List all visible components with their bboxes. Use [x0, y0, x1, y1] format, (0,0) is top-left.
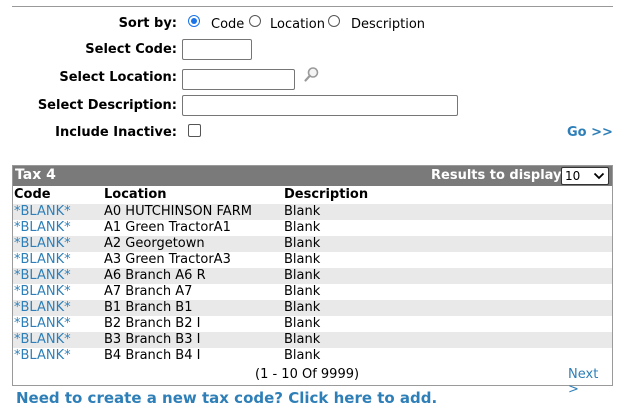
create-tax-code-link[interactable]: Need to create a new tax code? Click her…	[16, 389, 437, 407]
row-location: A0 HUTCHINSON FARM	[104, 204, 252, 219]
select-description-input[interactable]	[182, 95, 458, 116]
table-row: *BLANK* B1 Branch B1 Blank	[13, 300, 612, 316]
row-location: B4 Branch B4 I	[104, 348, 201, 363]
include-inactive-label: Include Inactive:	[55, 125, 177, 140]
table-row: *BLANK* B2 Branch B2 I Blank	[13, 316, 612, 332]
row-code-link[interactable]: *BLANK*	[14, 284, 71, 300]
select-code-label: Select Code:	[85, 42, 177, 57]
results-count-value: 10	[565, 169, 581, 183]
sort-description-label[interactable]: Description	[351, 17, 425, 32]
row-description: Blank	[284, 252, 321, 267]
results-count-select[interactable]: 10	[561, 167, 609, 185]
row-description: Blank	[284, 316, 321, 331]
row-location: B3 Branch B3 I	[104, 332, 201, 347]
results-header-bar: Tax 4 Results to display: 10	[13, 166, 612, 186]
row-location: A7 Branch A7	[104, 284, 193, 299]
column-header-code: Code	[14, 187, 51, 202]
sort-description-radio[interactable]	[328, 15, 340, 27]
select-location-label: Select Location:	[59, 70, 177, 85]
row-location: A3 Green TractorA3	[104, 252, 231, 267]
row-description: Blank	[284, 284, 321, 299]
row-description: Blank	[284, 204, 321, 219]
row-code-link[interactable]: *BLANK*	[14, 316, 71, 332]
magnifier-icon[interactable]	[303, 66, 320, 87]
row-location: B2 Branch B2 I	[104, 316, 201, 331]
table-row: *BLANK* A1 Green TractorA1 Blank	[13, 220, 612, 236]
row-code-link[interactable]: *BLANK*	[14, 268, 71, 284]
results-panel: Tax 4 Results to display: 10 Code Locati…	[12, 165, 613, 397]
sort-code-radio[interactable]	[188, 15, 200, 27]
row-description: Blank	[284, 348, 321, 363]
row-description: Blank	[284, 236, 321, 251]
column-header-description: Description	[284, 187, 369, 202]
chevron-down-icon	[593, 169, 605, 186]
row-code-link[interactable]: *BLANK*	[14, 348, 71, 364]
row-description: Blank	[284, 268, 321, 283]
results-to-display-label: Results to display:	[431, 168, 567, 183]
row-description: Blank	[284, 332, 321, 347]
table-row: *BLANK* A2 Georgetown Blank	[13, 236, 612, 252]
sort-code-label[interactable]: Code	[211, 17, 244, 32]
table-row: *BLANK* B4 Branch B4 I Blank	[13, 348, 612, 364]
table-row: *BLANK* A0 HUTCHINSON FARM Blank	[13, 204, 612, 220]
top-divider	[12, 6, 613, 7]
row-location: B1 Branch B1	[104, 300, 193, 315]
results-title: Tax 4	[15, 167, 56, 183]
sort-location-label[interactable]: Location	[270, 17, 325, 32]
row-location: A6 Branch A6 R	[104, 268, 206, 283]
sort-by-label: Sort by:	[118, 16, 177, 31]
row-code-link[interactable]: *BLANK*	[14, 300, 71, 316]
row-code-link[interactable]: *BLANK*	[14, 204, 71, 220]
pagination-status: (1 - 10 Of 9999)	[255, 367, 360, 382]
sort-location-radio[interactable]	[249, 15, 261, 27]
select-location-input[interactable]	[182, 69, 295, 90]
row-code-link[interactable]: *BLANK*	[14, 332, 71, 348]
column-header-location: Location	[104, 187, 167, 202]
row-code-link[interactable]: *BLANK*	[14, 252, 71, 268]
row-location: A2 Georgetown	[104, 236, 205, 251]
row-description: Blank	[284, 300, 321, 315]
next-page-link[interactable]: Next >	[568, 367, 612, 397]
row-code-link[interactable]: *BLANK*	[14, 236, 71, 252]
include-inactive-checkbox[interactable]	[188, 124, 201, 137]
table-row: *BLANK* A7 Branch A7 Blank	[13, 284, 612, 300]
select-code-input[interactable]	[182, 39, 252, 60]
table-row: *BLANK* A3 Green TractorA3 Blank	[13, 252, 612, 268]
row-code-link[interactable]: *BLANK*	[14, 220, 71, 236]
row-description: Blank	[284, 220, 321, 235]
row-location: A1 Green TractorA1	[104, 220, 231, 235]
go-button[interactable]: Go >>	[567, 125, 613, 140]
table-row: *BLANK* B3 Branch B3 I Blank	[13, 332, 612, 348]
select-description-label: Select Description:	[37, 98, 177, 113]
table-row: *BLANK* A6 Branch A6 R Blank	[13, 268, 612, 284]
